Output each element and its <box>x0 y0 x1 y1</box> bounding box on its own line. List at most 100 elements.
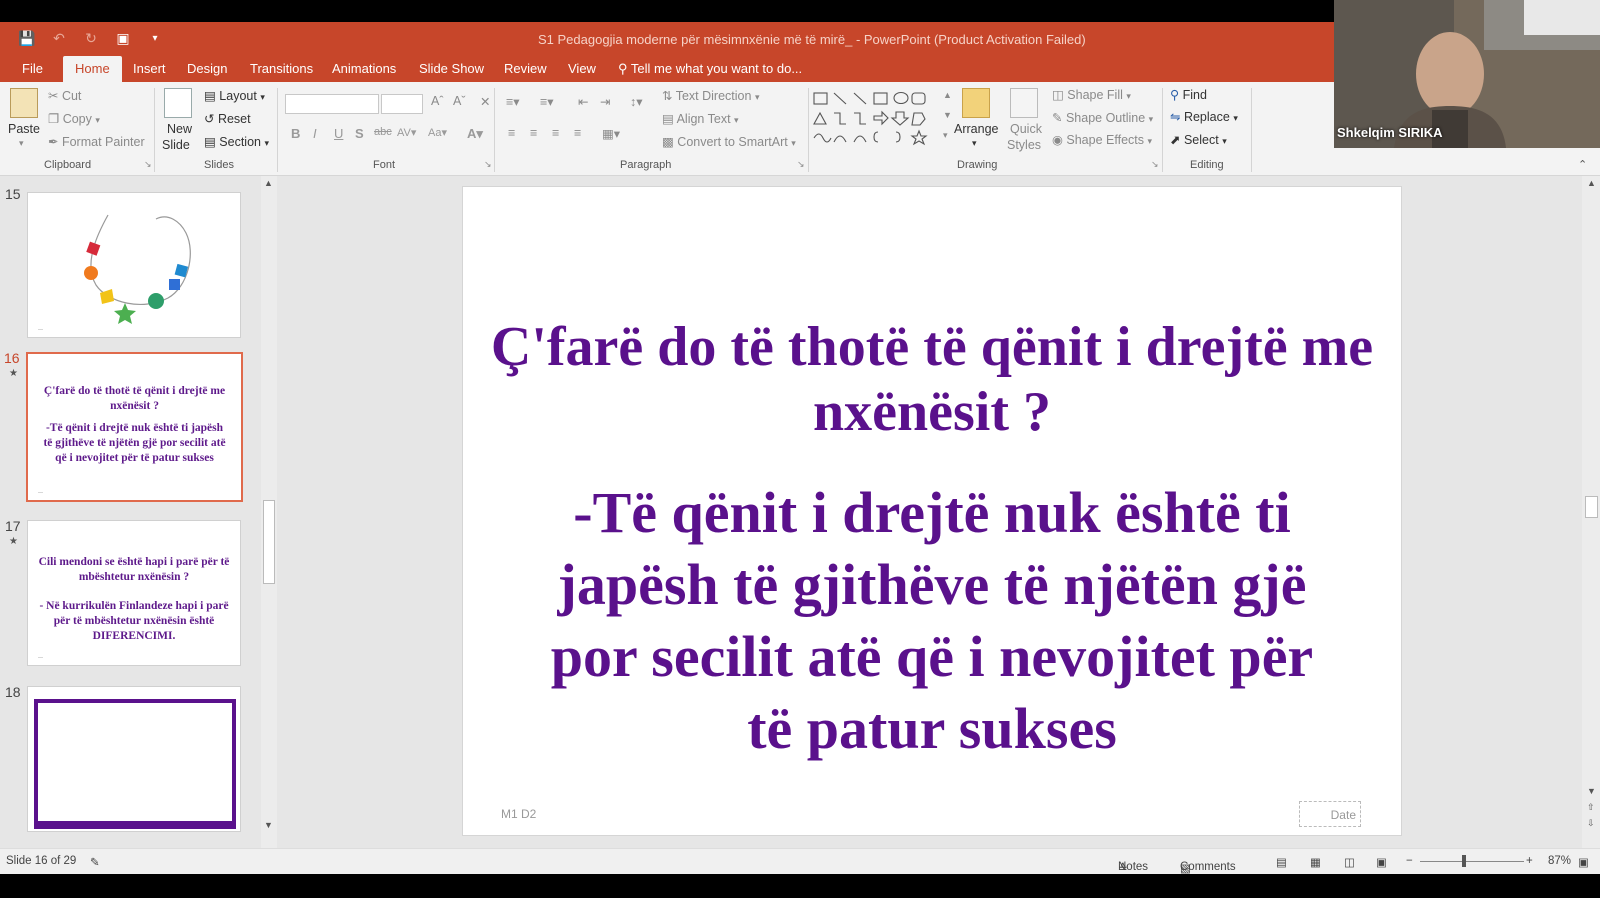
zoom-slider[interactable] <box>1420 861 1524 862</box>
justify-icon[interactable]: ≡ <box>574 126 581 140</box>
tab-transitions[interactable]: Transitions <box>248 56 315 82</box>
slide-title[interactable]: Ç'farë do të thotë të qënit i drejtë me … <box>483 315 1381 445</box>
tab-insert[interactable]: Insert <box>131 56 168 82</box>
numbering-icon[interactable]: ≡▾ <box>540 94 554 109</box>
cut-button[interactable]: ✂ Cut <box>48 88 81 103</box>
layout-button[interactable]: ▤ Layout ▾ <box>204 88 265 103</box>
tab-file[interactable]: File <box>20 56 45 82</box>
tab-animations[interactable]: Animations <box>330 56 398 82</box>
new-slide-label-2[interactable]: Slide <box>162 138 190 152</box>
columns-icon[interactable]: ▦▾ <box>602 126 620 141</box>
gallery-down-icon[interactable]: ▼ <box>943 110 952 120</box>
date-placeholder[interactable]: Date <box>1299 801 1361 827</box>
align-left-icon[interactable]: ≡ <box>508 126 515 140</box>
scroll-down-icon[interactable]: ▼ <box>264 820 273 830</box>
zoom-out-icon[interactable]: − <box>1406 855 1413 867</box>
italic-icon[interactable]: I <box>313 126 317 141</box>
char-spacing-icon[interactable]: AV▾ <box>397 126 416 139</box>
grow-font-icon[interactable]: Aˆ <box>431 94 444 108</box>
decrease-indent-icon[interactable]: ⇤ <box>578 94 588 109</box>
zoom-level[interactable]: 87% <box>1548 855 1571 867</box>
arrange-button[interactable]: Arrange <box>954 122 998 136</box>
scroll-down-icon[interactable]: ▼ <box>1587 786 1596 796</box>
tab-design[interactable]: Design <box>185 56 229 82</box>
normal-view-icon[interactable]: ▤ <box>1276 855 1287 869</box>
clear-formatting-icon[interactable]: ✕ <box>480 94 490 109</box>
gallery-more-icon[interactable]: ▾ <box>943 130 948 141</box>
thumbnails-scrollbar[interactable]: ▲ ▼ <box>261 176 277 848</box>
convert-smartart-button[interactable]: ▩ Convert to SmartArt ▾ <box>662 134 796 149</box>
slide-scrollbar[interactable]: ▲ ▼ ⇧ ⇩ <box>1582 176 1600 848</box>
font-color-icon[interactable]: A▾ <box>467 126 483 142</box>
slideshow-view-icon[interactable]: ▣ <box>1376 855 1387 869</box>
new-slide-icon[interactable] <box>164 88 192 118</box>
tab-view[interactable]: View <box>566 56 598 82</box>
next-slide-icon[interactable]: ⇩ <box>1587 818 1595 829</box>
clipboard-launcher-icon[interactable]: ↘ <box>144 159 152 170</box>
shapes-gallery[interactable] <box>812 88 942 148</box>
shape-outline-button[interactable]: ✎ Shape Outline ▾ <box>1052 110 1153 125</box>
slide-thumbnail-16[interactable]: Ç'farë do të thotë të qënit i drejtë me … <box>26 352 243 502</box>
paste-dropdown-icon[interactable]: ▾ <box>19 138 24 149</box>
line-spacing-icon[interactable]: ↕▾ <box>630 94 643 109</box>
select-button[interactable]: ⬈ Select ▾ <box>1170 132 1227 147</box>
tell-me-search[interactable]: ⚲ Tell me what you want to do... <box>618 56 802 82</box>
paragraph-launcher-icon[interactable]: ↘ <box>797 159 805 170</box>
redo-icon[interactable]: ↻ <box>82 30 100 47</box>
arrange-icon[interactable] <box>962 88 990 118</box>
slide-footer[interactable]: M1 D2 <box>501 807 536 821</box>
format-painter-button[interactable]: ✒ Format Painter <box>48 134 145 149</box>
align-text-button[interactable]: ▤ Align Text ▾ <box>662 111 739 126</box>
strikethrough-icon[interactable]: abc <box>374 126 392 138</box>
shape-effects-button[interactable]: ◉ Shape Effects ▾ <box>1052 132 1152 147</box>
shrink-font-icon[interactable]: Aˇ <box>453 94 466 108</box>
presentation-icon[interactable]: ▣ <box>114 30 132 47</box>
bullets-icon[interactable]: ≡▾ <box>506 94 520 109</box>
undo-icon[interactable]: ↶ <box>50 30 68 47</box>
align-center-icon[interactable]: ≡ <box>530 126 537 140</box>
paste-button[interactable]: Paste <box>8 122 40 136</box>
reset-button[interactable]: ↺ Reset <box>204 111 251 126</box>
fit-slide-icon[interactable]: ▣ <box>1578 855 1589 869</box>
slide-thumbnail-18[interactable] <box>27 686 241 832</box>
quick-styles-label-2[interactable]: Styles <box>1007 138 1041 152</box>
font-launcher-icon[interactable]: ↘ <box>484 159 492 170</box>
tab-slide-show[interactable]: Slide Show <box>417 56 486 82</box>
current-slide[interactable]: Ç'farë do të thotë të qënit i drejtë me … <box>462 186 1402 836</box>
slide-body[interactable]: -Të qënit i drejtë nuk është ti japësh t… <box>523 477 1341 765</box>
slide-thumbnail-15[interactable]: — <box>27 192 241 338</box>
reading-view-icon[interactable]: ◫ <box>1344 855 1355 869</box>
new-slide-label-1[interactable]: New <box>167 122 192 136</box>
slide-thumbnail-17[interactable]: Cili mendoni se është hapi i parë për të… <box>27 520 241 666</box>
collapse-ribbon-icon[interactable]: ⌃ <box>1578 158 1587 171</box>
shadow-icon[interactable]: S <box>355 126 364 141</box>
change-case-icon[interactable]: Aa▾ <box>428 126 447 139</box>
zoom-slider-handle[interactable] <box>1462 855 1466 867</box>
customize-qat-icon[interactable]: ▾ <box>146 33 164 44</box>
replace-button[interactable]: ⇋ Replace ▾ <box>1170 109 1238 124</box>
bold-icon[interactable]: B <box>291 126 300 141</box>
paste-icon[interactable] <box>10 88 38 118</box>
zoom-in-icon[interactable]: + <box>1526 855 1533 867</box>
spelling-icon[interactable]: ✎ <box>90 855 100 869</box>
shape-fill-button[interactable]: ◫ Shape Fill ▾ <box>1052 87 1131 102</box>
scrollbar-thumb[interactable] <box>1585 496 1598 518</box>
underline-icon[interactable]: U <box>334 126 343 141</box>
copy-button[interactable]: ❐ Copy ▾ <box>48 111 100 126</box>
drawing-launcher-icon[interactable]: ↘ <box>1151 159 1159 170</box>
section-button[interactable]: ▤ Section ▾ <box>204 134 269 149</box>
scroll-up-icon[interactable]: ▲ <box>1587 178 1596 188</box>
arrange-dropdown-icon[interactable]: ▾ <box>972 138 977 149</box>
align-right-icon[interactable]: ≡ <box>552 126 559 140</box>
text-direction-button[interactable]: ⇅ Text Direction ▾ <box>662 88 759 103</box>
slide-sorter-icon[interactable]: ▦ <box>1310 855 1321 869</box>
font-name-input[interactable] <box>285 94 379 114</box>
quick-styles-label-1[interactable]: Quick <box>1010 122 1042 136</box>
scrollbar-thumb[interactable] <box>263 500 275 584</box>
find-button[interactable]: ⚲ Find <box>1170 87 1207 102</box>
quick-styles-icon[interactable] <box>1010 88 1038 118</box>
tab-review[interactable]: Review <box>502 56 549 82</box>
font-size-input[interactable] <box>381 94 423 114</box>
save-icon[interactable]: 💾 <box>18 30 36 47</box>
tab-home[interactable]: Home <box>63 56 122 82</box>
